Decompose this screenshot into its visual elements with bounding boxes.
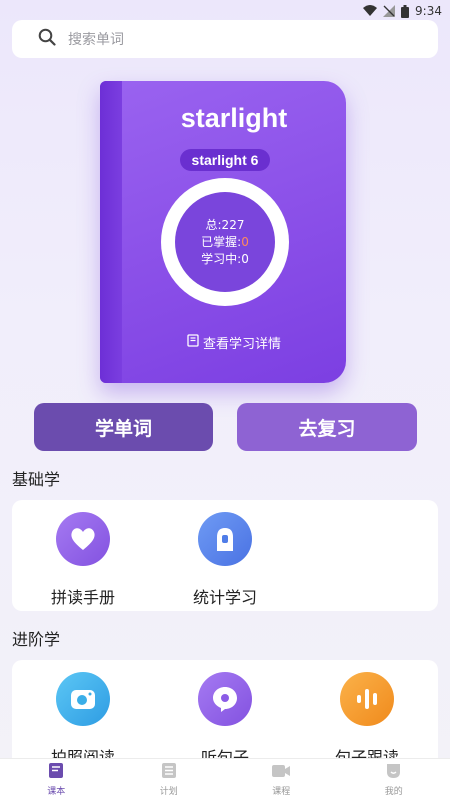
search-input[interactable]: 搜索单词 (68, 29, 124, 49)
document-icon (187, 334, 199, 351)
video-icon (271, 763, 291, 782)
mastered-count: 已掌握:0 (201, 234, 249, 249)
statistics-study-label: 统计学习 (192, 588, 257, 607)
tab-textbook[interactable]: 课本 (0, 759, 113, 800)
profile-icon (385, 762, 402, 782)
statistics-study-item[interactable]: 统计学习 (165, 512, 285, 608)
basic-card: 拼读手册 统计学习 (12, 500, 438, 611)
book-level-badge: starlight 6 (180, 149, 270, 171)
progress-ring: 总:227 已掌握:0 学习中:0 (161, 178, 289, 306)
search-bar[interactable]: 搜索单词 (12, 20, 438, 58)
photo-reading-item[interactable]: 拍照阅读 (23, 672, 143, 768)
phonics-handbook-item[interactable]: 拼读手册 (23, 512, 143, 608)
tab-profile-label: 我的 (384, 787, 403, 797)
bottom-tab-bar: 课本 计划 课程 我的 (0, 758, 450, 800)
status-time: 9:34 (415, 4, 442, 18)
battery-icon (401, 4, 410, 18)
wifi-icon (363, 5, 378, 17)
heart-icon (56, 512, 110, 566)
chat-icon (198, 672, 252, 726)
book-icon (48, 762, 64, 782)
tab-plan[interactable]: 计划 (113, 759, 226, 800)
phonics-handbook-label: 拼读手册 (50, 588, 115, 607)
tab-course-label: 课程 (272, 786, 291, 797)
tab-textbook-label: 课本 (47, 787, 66, 797)
study-detail-link[interactable]: 查看学习详情 (122, 333, 346, 352)
learning-count: 学习中:0 (201, 251, 249, 266)
total-count: 总:227 (205, 217, 245, 232)
tab-course[interactable]: 课程 (225, 759, 338, 800)
status-bar: 9:34 (0, 0, 450, 22)
camera-icon (56, 672, 110, 726)
basic-section-title: 基础学 (12, 470, 61, 489)
tab-profile[interactable]: 我的 (338, 759, 450, 800)
study-detail-label: 查看学习详情 (202, 337, 281, 352)
progress-stats: 总:227 已掌握:0 学习中:0 (175, 192, 275, 292)
advanced-section-title: 进阶学 (12, 630, 61, 649)
sentence-shadowing-item[interactable]: 句子跟读 (307, 672, 427, 768)
list-icon (161, 762, 177, 782)
review-button[interactable]: 去复习 (237, 403, 417, 451)
signal-icon (383, 5, 396, 17)
book-title: starlight (180, 103, 288, 133)
textbook-card[interactable]: starlight starlight 6 总:227 已掌握:0 学习中:0 … (100, 81, 346, 383)
search-icon (38, 28, 56, 50)
soundwave-icon (340, 672, 394, 726)
tab-plan-label: 计划 (159, 787, 178, 797)
chart-icon (198, 512, 252, 566)
advanced-card: 拍照阅读 听句子 句子跟读 (12, 660, 438, 770)
listen-sentence-item[interactable]: 听句子 (165, 672, 285, 768)
learn-words-button[interactable]: 学单词 (34, 403, 213, 451)
